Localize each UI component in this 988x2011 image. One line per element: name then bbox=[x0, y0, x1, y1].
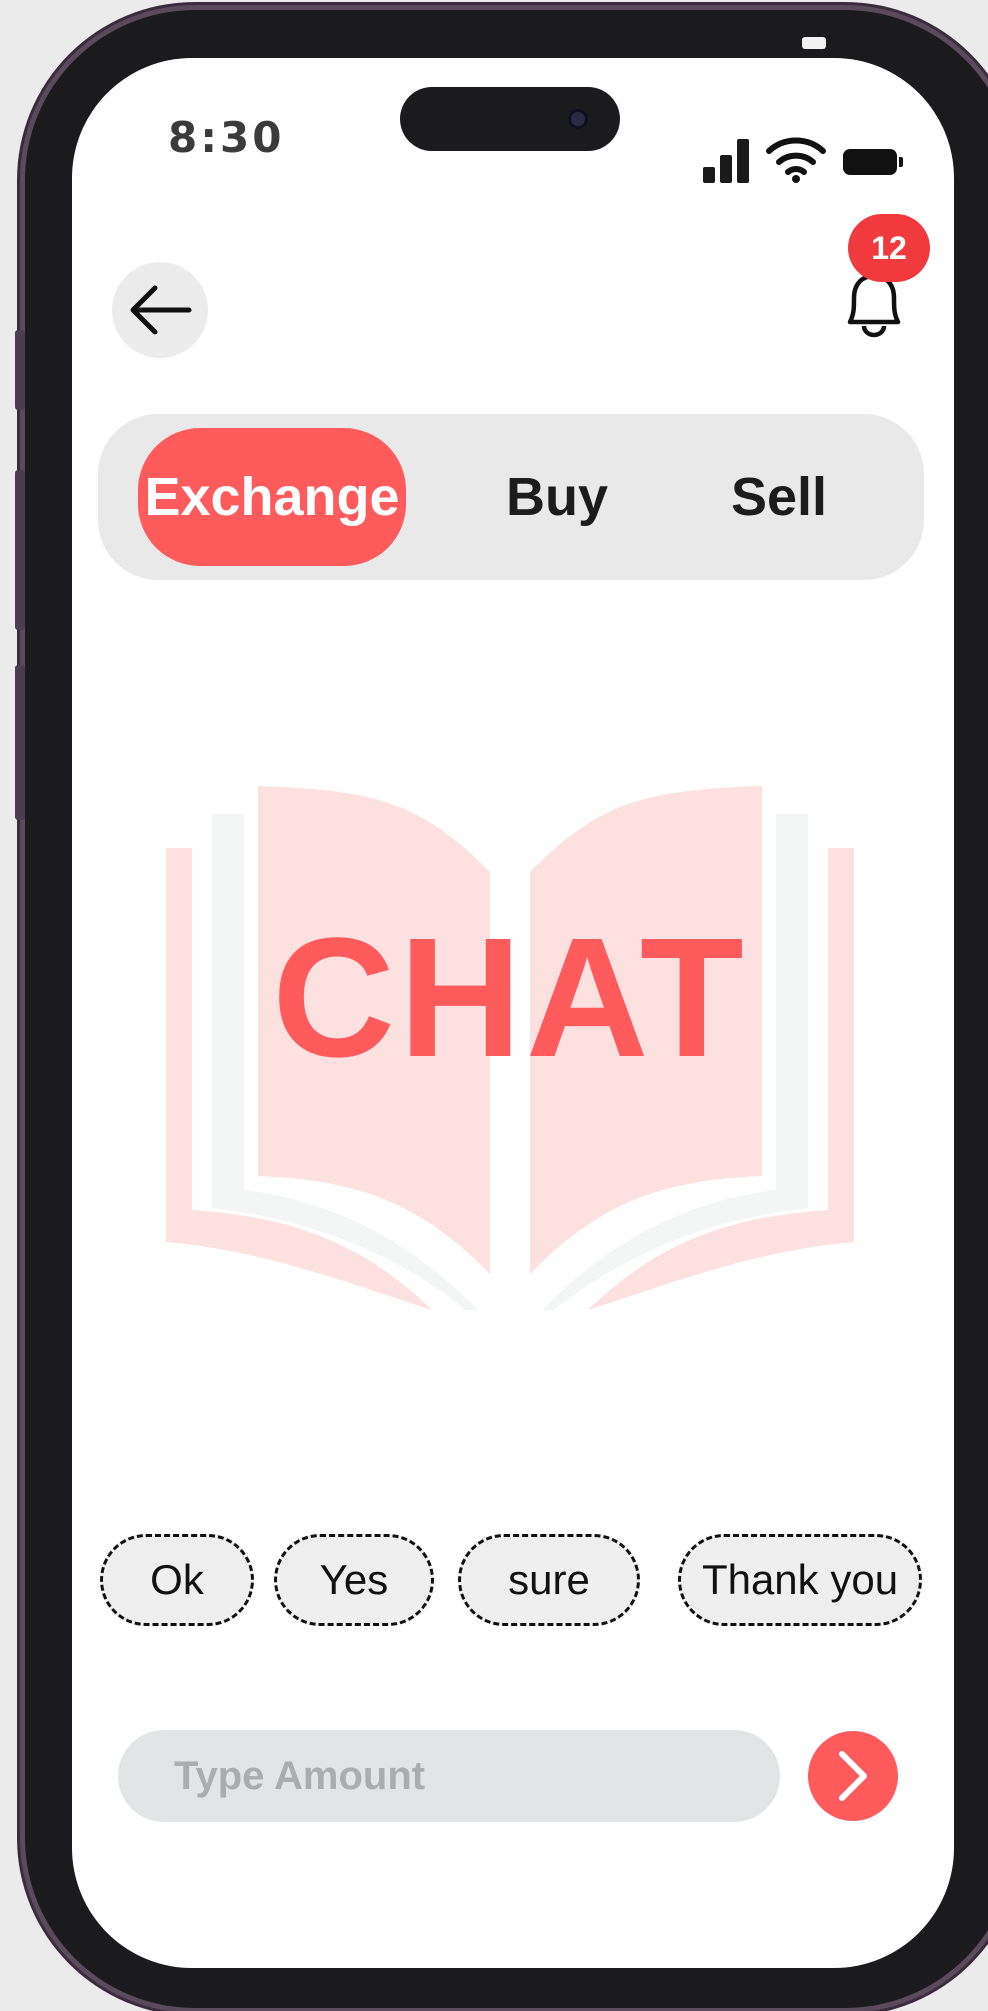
arrow-left-icon bbox=[130, 285, 192, 335]
quick-reply-ok[interactable]: Ok bbox=[100, 1534, 254, 1626]
notification-badge: 12 bbox=[848, 214, 930, 282]
quick-reply-yes[interactable]: Yes bbox=[274, 1534, 434, 1626]
wifi-icon bbox=[766, 137, 826, 183]
volume-up-button bbox=[15, 470, 25, 630]
battery-icon bbox=[843, 149, 903, 175]
camera-icon bbox=[568, 109, 588, 129]
frame-sensor bbox=[802, 37, 826, 49]
signal-icon bbox=[703, 133, 749, 183]
quick-reply-sure[interactable]: sure bbox=[458, 1534, 640, 1626]
volume-down-button bbox=[15, 665, 25, 820]
tab-sell[interactable]: Sell bbox=[688, 428, 870, 566]
back-button[interactable] bbox=[112, 262, 208, 358]
quick-reply-thank-you[interactable]: Thank you bbox=[678, 1534, 922, 1626]
send-button[interactable] bbox=[808, 1731, 898, 1821]
tab-exchange[interactable]: Exchange bbox=[138, 428, 406, 566]
dynamic-island bbox=[400, 87, 620, 151]
status-time: 8:30 bbox=[168, 113, 285, 162]
tab-buy[interactable]: Buy bbox=[466, 428, 648, 566]
mode-tabs: Exchange Buy Sell bbox=[98, 414, 924, 580]
chevron-right-icon bbox=[839, 1751, 867, 1801]
action-button bbox=[15, 330, 25, 410]
amount-input[interactable] bbox=[118, 1730, 780, 1822]
chat-hero: CHAT bbox=[160, 780, 860, 1320]
hero-title: CHAT bbox=[272, 903, 748, 1093]
status-icons bbox=[703, 133, 903, 183]
